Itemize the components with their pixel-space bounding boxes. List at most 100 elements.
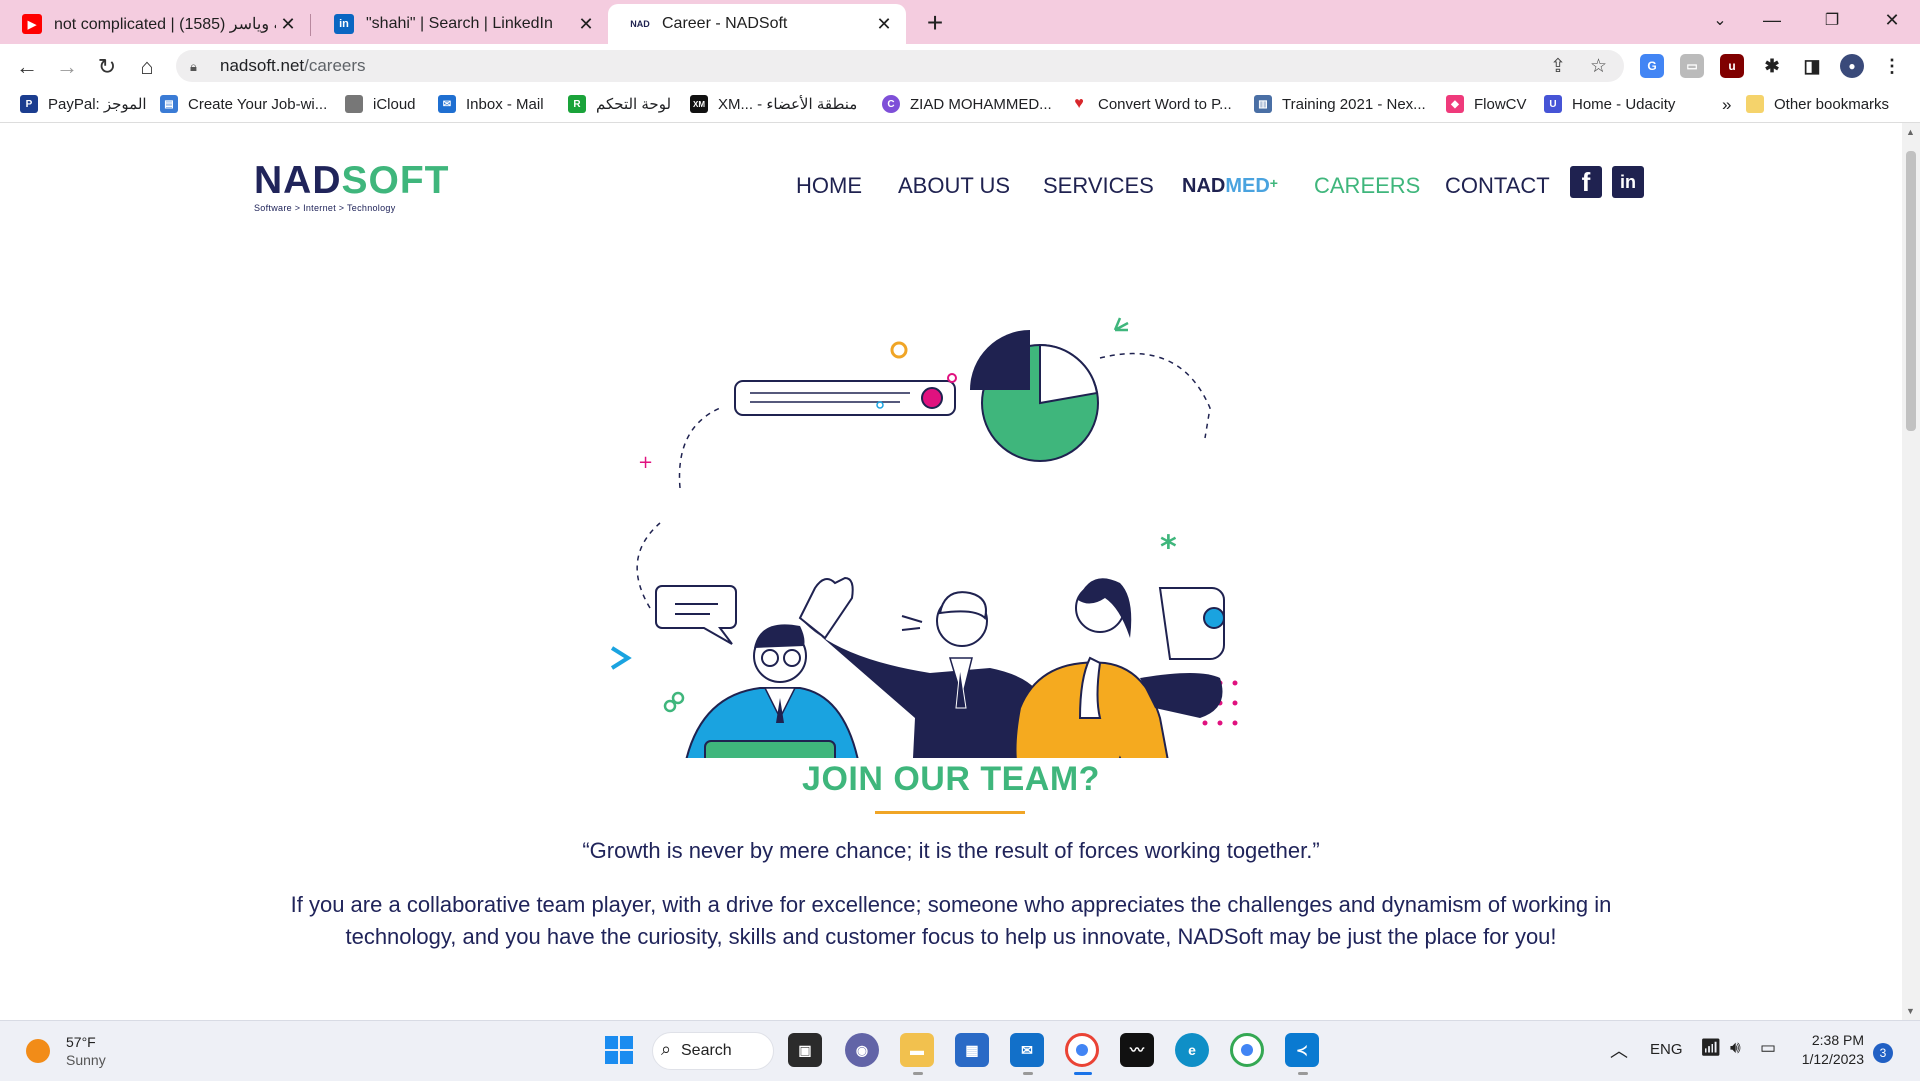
team-illustration: + + * [610, 317, 1238, 758]
translate-extension-icon[interactable]: G [1640, 54, 1664, 78]
bookmark-item[interactable]: ▤ Create Your Job-wi... [160, 95, 327, 113]
growth-quote: “Growth is never by mere chance; it is t… [582, 838, 1320, 863]
running-indicator [1074, 1072, 1092, 1075]
close-icon[interactable]: ✕ [872, 14, 896, 35]
browser-tab-strip: ▶ not complicated | اية وياسر (1585) ✕ i… [0, 0, 1920, 44]
battery-icon[interactable]: ▭ [1760, 1038, 1776, 1058]
task-view-icon[interactable]: ▣ [788, 1033, 822, 1067]
reload-button[interactable]: ↻ [92, 52, 122, 82]
file-explorer-icon[interactable]: ▬ [900, 1033, 934, 1067]
close-icon[interactable]: ✕ [574, 14, 598, 35]
search-icon: ⌕ [661, 1039, 672, 1059]
scrollbar-thumb[interactable] [1906, 151, 1916, 431]
back-button[interactable]: ← [12, 52, 42, 82]
profile-avatar[interactable]: ● [1840, 54, 1864, 78]
tab-linkedin[interactable]: in "shahi" | Search | LinkedIn ✕ [312, 4, 608, 44]
tab-search-icon[interactable]: ⌄ [1690, 0, 1750, 40]
chrome-icon[interactable] [1065, 1033, 1099, 1067]
store-icon[interactable]: ▦ [955, 1033, 989, 1067]
share-icon[interactable]: ⇪ [1550, 55, 1566, 78]
linkedin-icon: in [334, 14, 354, 34]
facebook-icon[interactable]: f [1570, 166, 1602, 198]
weather-widget[interactable]: 57°F Sunny [26, 1033, 106, 1069]
nav-home[interactable]: HOME [796, 173, 862, 199]
edge-icon[interactable]: e [1175, 1033, 1209, 1067]
running-indicator [1298, 1072, 1308, 1075]
cast-extension-icon[interactable]: ▭ [1680, 54, 1704, 78]
menu-dots-icon[interactable]: ⋮ [1880, 54, 1904, 78]
logo-tagline: Software > Internet > Technology [254, 203, 396, 213]
folder-icon [1746, 95, 1764, 113]
lock-icon: 🔒︎ [190, 59, 197, 74]
page-scrollbar[interactable]: ▲ ▼ [1902, 123, 1920, 1020]
nadsoft-favicon: NAD [630, 19, 650, 29]
tab-title: Career - NADSoft [662, 15, 788, 32]
bookmark-item[interactable]: XM XM... - منطقة الأعضاء [690, 95, 857, 113]
waves-app-icon[interactable]: 〰 [1120, 1033, 1154, 1067]
linkedin-icon[interactable]: in [1612, 166, 1644, 198]
close-window-button[interactable]: ✕ [1862, 0, 1920, 40]
forward-button[interactable]: → [52, 52, 82, 82]
wifi-icon[interactable]: 📶︎ [1700, 1038, 1722, 1058]
canva-icon: C [882, 95, 900, 113]
rbs-icon: R [568, 95, 586, 113]
address-bar[interactable]: 🔒︎ nadsoft.net/careers [176, 50, 1624, 82]
scroll-up-arrow[interactable]: ▲ [1906, 127, 1915, 137]
youtube-icon: ▶ [22, 14, 42, 34]
join-team-heading: JOIN OUR TEAM? [802, 760, 1100, 798]
web-page: NADSOFT Software > Internet > Technology… [0, 123, 1902, 1020]
nav-about-us[interactable]: ABOUT US [898, 173, 1010, 199]
careers-intro-paragraph: If you are a collaborative team player, … [290, 892, 1612, 949]
bookmark-item[interactable]: P PayPal: الموجز [20, 95, 147, 113]
clock[interactable]: 2:38 PM 1/12/2023 [1790, 1031, 1864, 1069]
nav-careers[interactable]: CAREERS [1314, 173, 1420, 199]
bookmark-item[interactable]: ♥ Convert Word to P... [1070, 95, 1232, 113]
tab-nadsoft[interactable]: NAD Career - NADSoft ✕ [608, 4, 906, 44]
close-icon[interactable]: ✕ [276, 14, 300, 35]
bookmark-star-icon[interactable]: ☆ [1590, 55, 1607, 78]
vscode-icon[interactable]: ≺ [1285, 1033, 1319, 1067]
bookmark-item[interactable]: C ZIAD MOHAMMED... [882, 95, 1052, 113]
ublock-extension-icon[interactable]: u [1720, 54, 1744, 78]
running-indicator [913, 1072, 923, 1075]
home-icon[interactable]: ⌂ [132, 52, 162, 82]
apple-icon [345, 95, 363, 113]
volume-icon[interactable]: 🔊︎ [1730, 1038, 1741, 1058]
bookmark-item[interactable]: R لوحة التحكم [568, 95, 671, 113]
heading-underline [875, 811, 1025, 814]
chevron-up-icon[interactable]: ︿ [1610, 1037, 1628, 1063]
scroll-down-arrow[interactable]: ▼ [1906, 1006, 1915, 1016]
mail-icon[interactable]: ✉ [1010, 1033, 1044, 1067]
tab-title: "shahi" | Search | LinkedIn [366, 15, 553, 32]
bookmark-item[interactable]: ✉ Inbox - Mail [438, 95, 544, 113]
language-indicator[interactable]: ENG [1650, 1041, 1683, 1058]
bookmark-item[interactable]: U Home - Udacity [1544, 95, 1675, 113]
bookmarks-overflow-button[interactable]: » [1722, 95, 1731, 115]
nav-nadmed[interactable]: NADMED+ [1182, 175, 1278, 198]
new-tab-button[interactable]: + [918, 6, 952, 40]
taskbar-search[interactable]: ⌕ Search [652, 1032, 774, 1070]
nav-contact[interactable]: CONTACT [1445, 173, 1550, 199]
nav-services[interactable]: SERVICES [1043, 173, 1154, 199]
minimize-button[interactable]: — [1742, 0, 1802, 40]
other-bookmarks[interactable]: Other bookmarks [1746, 95, 1889, 113]
bookmark-item[interactable]: ◆ FlowCV [1446, 95, 1527, 113]
extensions-puzzle-icon[interactable]: ✱ [1760, 54, 1784, 78]
tab-divider [310, 14, 311, 36]
chat-icon[interactable]: ◉ [845, 1033, 879, 1067]
logo-nad: NAD [254, 159, 342, 202]
bookmark-item[interactable]: iCloud [345, 95, 416, 113]
plus-icon: + [1269, 175, 1278, 191]
side-panel-icon[interactable]: ◨ [1800, 54, 1824, 78]
tab-youtube[interactable]: ▶ not complicated | اية وياسر (1585) ✕ [0, 4, 310, 44]
tab-title: not complicated | اية وياسر (1585) [54, 16, 276, 33]
windows-start-icon[interactable] [602, 1033, 636, 1067]
plus-icon: + [638, 452, 653, 473]
restore-button[interactable]: ❐ [1802, 0, 1862, 40]
xm-icon: XM [690, 95, 708, 113]
bookmark-item[interactable]: ▥ Training 2021 - Nex... [1254, 95, 1426, 113]
nadsoft-logo[interactable]: NADSOFT Software > Internet > Technology [254, 159, 450, 214]
notification-badge[interactable]: 3 [1873, 1043, 1893, 1063]
chrome-profile-icon[interactable] [1230, 1033, 1264, 1067]
page-icon: ▤ [160, 95, 178, 113]
